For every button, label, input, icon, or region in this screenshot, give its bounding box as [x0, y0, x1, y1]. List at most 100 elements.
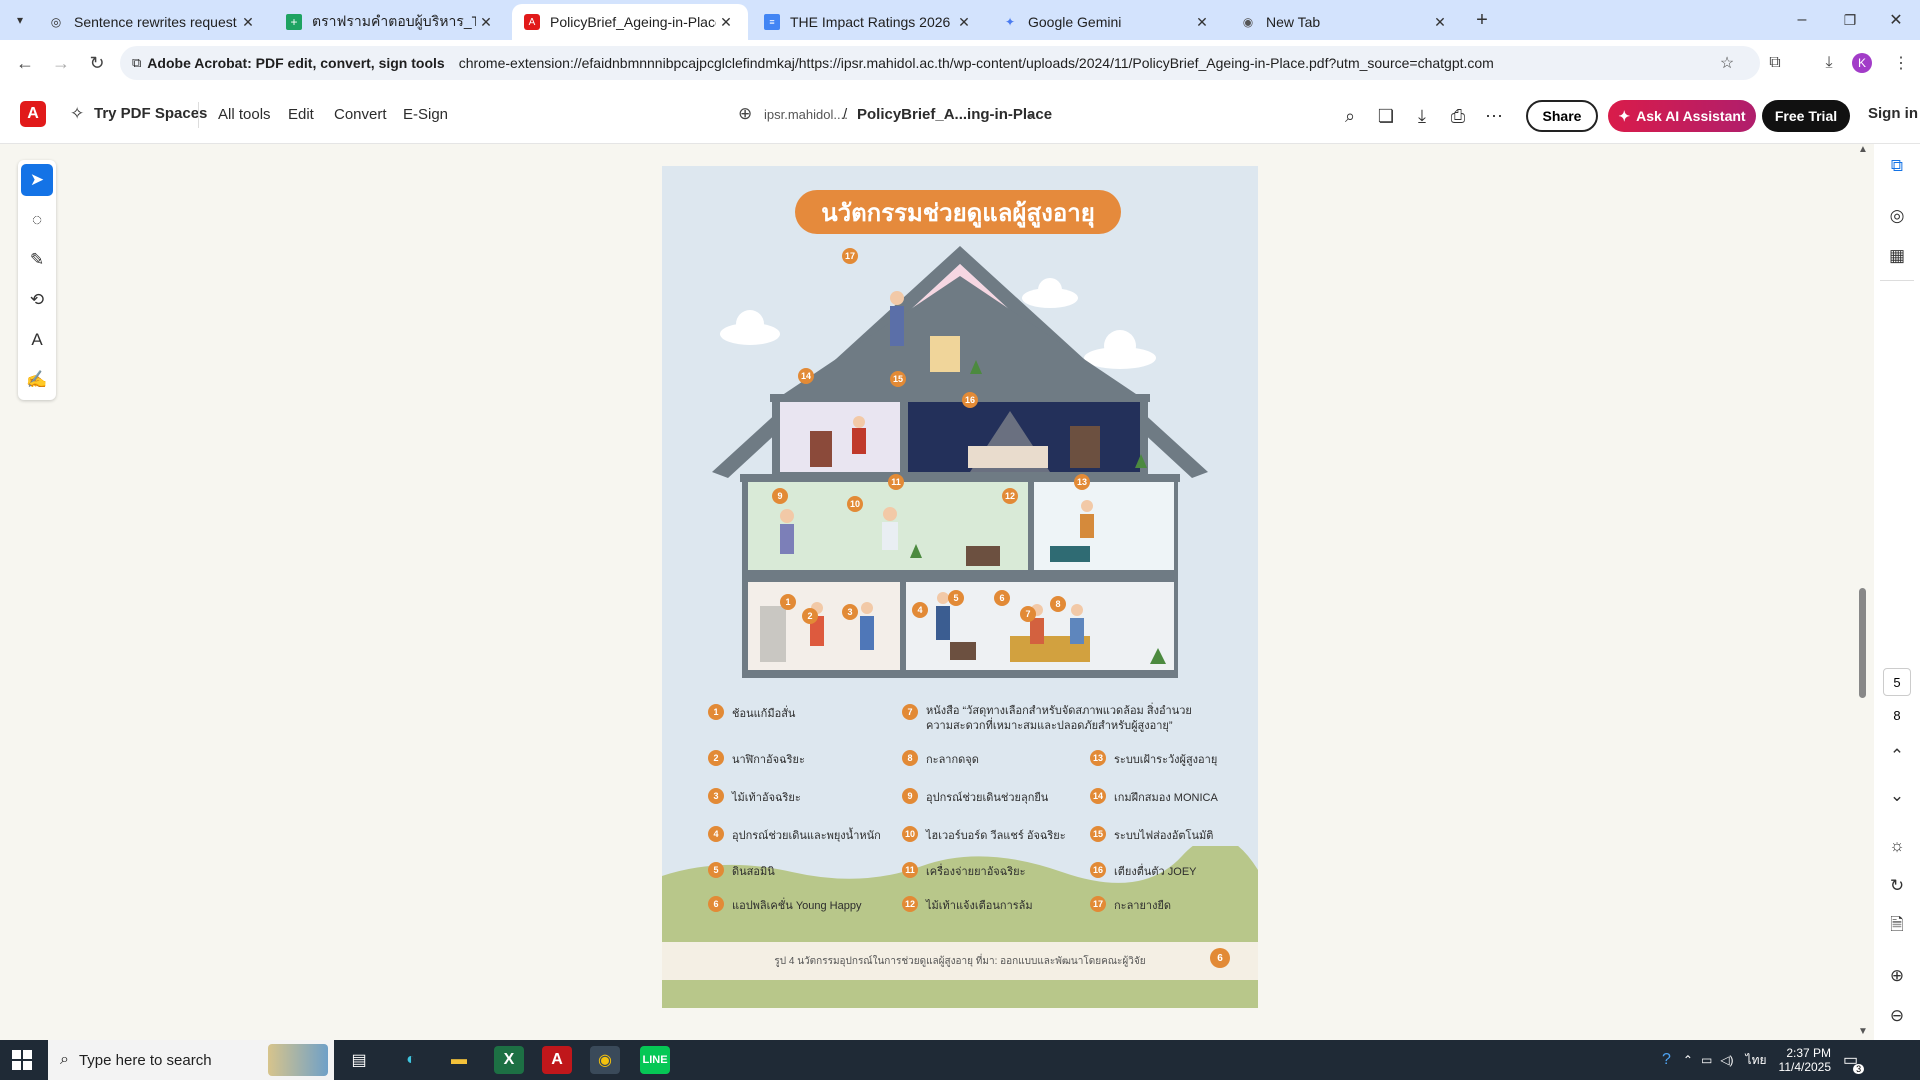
comment-icon[interactable]: ◌: [21, 204, 53, 236]
legend-item: 12 ไม้เท้าแจ้งเตือนการล้ม: [902, 896, 1033, 914]
minimize-button[interactable]: –: [1790, 8, 1814, 32]
try-pdf-spaces[interactable]: Try PDF Spaces: [94, 105, 207, 122]
clock[interactable]: 2:37 PM 11/4/2025: [1779, 1046, 1832, 1074]
tab-title: Google Gemini: [1028, 14, 1122, 30]
menu-icon[interactable]: ⋮: [1884, 46, 1918, 80]
chrome-taskbar-icon[interactable]: ◉: [590, 1046, 620, 1074]
site-label: Adobe Acrobat: PDF edit, convert, sign t…: [147, 55, 445, 71]
callout-16: 16: [962, 392, 978, 408]
lasso-icon[interactable]: ⟲: [21, 284, 53, 316]
volume-icon[interactable]: ◁): [1720, 1053, 1733, 1067]
chevron-down-icon[interactable]: ⌄: [1885, 784, 1909, 808]
menu-esign[interactable]: E-Sign: [403, 106, 448, 123]
close-icon[interactable]: ✕: [476, 14, 496, 31]
zoom-out-icon[interactable]: ⊖: [1885, 1004, 1909, 1028]
close-icon[interactable]: ✕: [716, 14, 736, 31]
tab-search-button[interactable]: ▾: [8, 8, 32, 32]
extensions-icon[interactable]: ⧉: [1758, 46, 1792, 80]
close-icon[interactable]: ✕: [954, 14, 974, 31]
menu-convert[interactable]: Convert: [334, 106, 387, 123]
globe-icon: ⊕: [738, 104, 753, 123]
zoom-in-icon[interactable]: ⊕: [1885, 964, 1909, 988]
windows-start-icon[interactable]: [12, 1050, 32, 1070]
tab-5[interactable]: ✦ Google Gemini ✕: [990, 4, 1224, 40]
task-view-icon[interactable]: ▤: [344, 1046, 374, 1074]
edge-icon[interactable]: ◐: [396, 1046, 426, 1074]
close-icon[interactable]: ✕: [1192, 14, 1212, 31]
close-window-button[interactable]: ✕: [1884, 8, 1908, 32]
taskbar-search[interactable]: ⌕ Type here to search: [48, 1040, 334, 1080]
acrobat-taskbar-icon[interactable]: A: [542, 1046, 572, 1074]
search-icon[interactable]: ⌕: [1338, 104, 1362, 128]
free-trial-button[interactable]: Free Trial: [1762, 100, 1850, 132]
tab-title: ตราฟรามคำตอบผู้บริหาร_THE Susta: [312, 13, 476, 29]
callout-1: 1: [780, 594, 796, 610]
scroll-up-icon[interactable]: ▲: [1858, 144, 1868, 155]
print-icon[interactable]: ⎙: [1446, 104, 1470, 128]
address-bar[interactable]: ⧉ Adobe Acrobat: PDF edit, convert, sign…: [120, 46, 1760, 80]
help-icon[interactable]: ?: [1662, 1051, 1671, 1069]
download-pdf-icon[interactable]: ⤓: [1410, 104, 1434, 128]
legend-item: 8 กะลากดจุด: [902, 750, 979, 768]
download-icon[interactable]: ⤓: [1812, 46, 1846, 80]
legend-item: 13 ระบบเฝ้าระวังผู้สูงอายุ: [1090, 750, 1217, 768]
notification-count: 3: [1853, 1064, 1865, 1074]
pen-icon[interactable]: ✎: [21, 244, 53, 276]
back-icon[interactable]: ←: [8, 46, 42, 80]
tab-2[interactable]: + ตราฟรามคำตอบผู้บริหาร_THE Susta ✕: [274, 4, 508, 40]
close-icon[interactable]: ✕: [1430, 14, 1450, 31]
search-placeholder: Type here to search: [78, 1051, 212, 1069]
pages-icon[interactable]: ❏: [1374, 104, 1398, 128]
chevron-down-icon[interactable]: ⌄: [1026, 106, 1036, 120]
share-button[interactable]: Share: [1526, 100, 1598, 132]
tab-3[interactable]: A PolicyBrief_Ageing-in-Place.pdf ✕: [512, 4, 748, 40]
menu-edit[interactable]: Edit: [288, 106, 314, 123]
sign-in-link[interactable]: Sign in: [1868, 105, 1918, 122]
sign-icon[interactable]: ✍: [21, 364, 53, 396]
ai-panel-icon[interactable]: ⧉: [1885, 154, 1909, 178]
network-icon[interactable]: ▭: [1701, 1053, 1712, 1067]
menu-all-tools[interactable]: All tools: [218, 106, 271, 123]
path-separator: /: [843, 106, 848, 123]
reload-icon[interactable]: ↻: [80, 46, 114, 80]
line-icon[interactable]: LINE: [640, 1046, 670, 1074]
chevron-up-icon[interactable]: ⌃: [1683, 1053, 1693, 1067]
ask-ai-button[interactable]: ✦ Ask AI Assistant: [1608, 100, 1756, 132]
legend-item: 10 ไฮเวอร์บอร์ด วีลแชร์ อัจฉริยะ: [902, 826, 1066, 844]
excel-icon[interactable]: X: [494, 1046, 524, 1074]
new-tab-button[interactable]: +: [1470, 8, 1494, 32]
tab-6[interactable]: ◉ New Tab ✕: [1228, 4, 1462, 40]
clock-date: 11/4/2025: [1778, 1060, 1832, 1074]
ask-ai-label: Ask AI Assistant: [1636, 108, 1746, 124]
doc-filename[interactable]: PolicyBrief_A...ing-in-Place: [857, 106, 1052, 123]
comments-icon[interactable]: ◎: [1885, 204, 1909, 228]
select-cursor-icon[interactable]: ➤: [21, 164, 53, 196]
rotate-icon[interactable]: ↻: [1885, 874, 1909, 898]
text-box-icon[interactable]: A: [21, 324, 53, 356]
thumbnails-icon[interactable]: ▦: [1885, 244, 1909, 268]
tab-4[interactable]: ≡ THE Impact Ratings 2026 : Evide ✕: [752, 4, 986, 40]
chevron-up-icon[interactable]: ⌃: [1885, 744, 1909, 768]
restore-button[interactable]: ❐: [1838, 8, 1862, 32]
tab-1[interactable]: ◎ Sentence rewrites request ✕: [36, 4, 270, 40]
acrobat-logo[interactable]: A: [20, 101, 46, 127]
avatar[interactable]: K: [1852, 53, 1872, 73]
windows-taskbar: ⌕ Type here to search ▤ ◐ ▬ X A ◉ LINE ?…: [0, 1040, 1920, 1080]
close-icon[interactable]: ✕: [238, 14, 258, 31]
legend-item: 17 กะลายางยืด: [1090, 896, 1171, 914]
scroll-thumb[interactable]: [1859, 588, 1866, 698]
current-page-box[interactable]: 5: [1883, 668, 1911, 696]
notification-icon[interactable]: ▭ 3: [1843, 1050, 1865, 1074]
file-explorer-icon[interactable]: ▬: [444, 1046, 474, 1074]
tab-title: PolicyBrief_Ageing-in-Place.pdf: [550, 14, 716, 30]
scroll-down-icon[interactable]: ▼: [1858, 1026, 1868, 1037]
more-icon[interactable]: ⋯: [1482, 104, 1506, 128]
star-icon[interactable]: ☆: [1710, 46, 1744, 80]
page-info-icon[interactable]: 🗎: [1885, 914, 1909, 938]
brightness-icon[interactable]: ☼: [1885, 834, 1909, 858]
forward-icon[interactable]: →: [44, 46, 78, 80]
sheets-icon: +: [286, 14, 302, 30]
divider: [198, 102, 199, 128]
input-language[interactable]: ไทย: [1746, 1051, 1767, 1070]
scrollbar[interactable]: ▲ ▼: [1856, 144, 1872, 1040]
